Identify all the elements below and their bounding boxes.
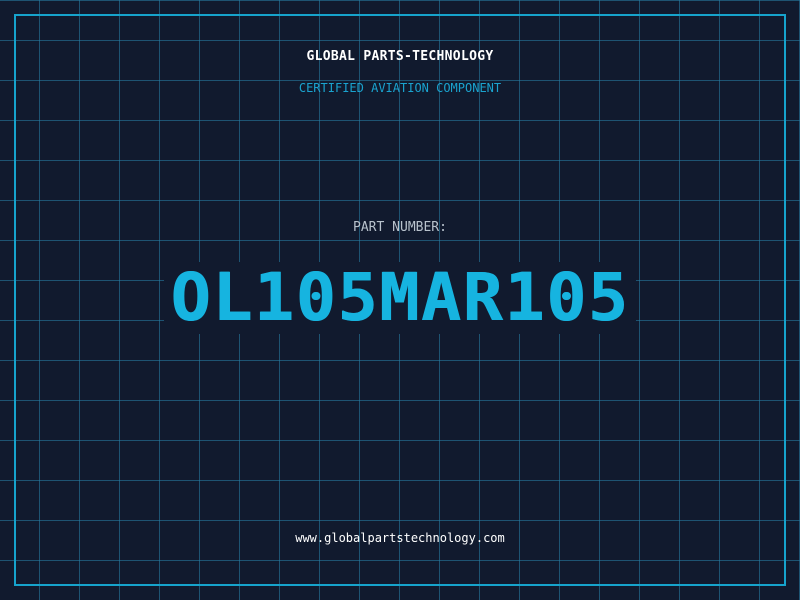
company-name: GLOBAL PARTS-TECHNOLOGY (306, 49, 494, 64)
part-number-label: PART NUMBER: (353, 220, 447, 235)
part-number-value: OL105MAR105 (164, 262, 636, 334)
part-number-container: OL105MAR105 (0, 262, 800, 334)
website-url: www.globalpartstechnology.com (295, 531, 505, 545)
certification-subtitle: CERTIFIED AVIATION COMPONENT (298, 81, 502, 95)
label-card: GLOBAL PARTS-TECHNOLOGY CERTIFIED AVIATI… (0, 0, 800, 600)
